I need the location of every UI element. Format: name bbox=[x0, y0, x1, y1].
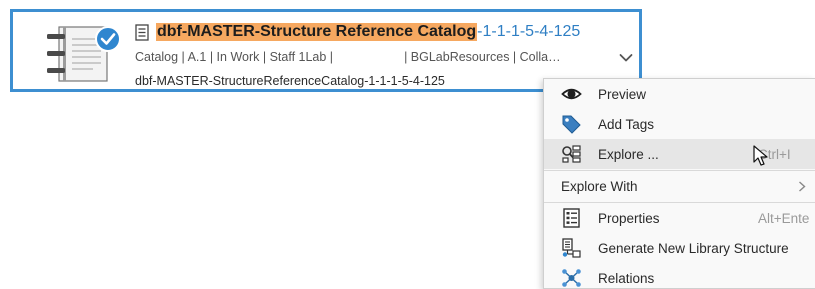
menu-item-generate-library-structure[interactable]: Generate New Library Structure bbox=[544, 233, 815, 263]
chevron-down-icon[interactable] bbox=[619, 53, 633, 63]
menu-item-explore[interactable]: Explore ... Ctrl+I bbox=[544, 139, 815, 169]
relations-icon bbox=[562, 269, 581, 287]
card-attributes: Catalog | A.1 | In Work | Staff 1Lab | | … bbox=[135, 50, 561, 64]
menu-item-explore-with[interactable]: Explore With bbox=[544, 171, 815, 201]
menu-item-add-tags[interactable]: Add Tags bbox=[544, 109, 815, 139]
attributes-right: | BGLabResources | Colla… bbox=[404, 50, 561, 64]
menu-item-preview[interactable]: Preview bbox=[544, 79, 815, 109]
menu-label: Add Tags bbox=[598, 116, 655, 132]
title-highlighted-text[interactable]: dbf-MASTER-Structure Reference Catalog bbox=[156, 23, 478, 41]
menu-item-properties[interactable]: Properties Alt+Ente bbox=[544, 203, 815, 233]
mouse-cursor-icon bbox=[753, 145, 768, 166]
menu-label: Properties bbox=[598, 210, 660, 226]
tag-icon bbox=[562, 115, 581, 134]
menu-shortcut: Alt+Ente bbox=[758, 210, 810, 226]
menu-label: Explore ... bbox=[598, 146, 659, 162]
properties-icon bbox=[563, 208, 580, 228]
library-structure-icon bbox=[562, 238, 581, 258]
menu-item-relations[interactable]: Relations bbox=[544, 263, 815, 288]
catalog-notebook-icon bbox=[47, 26, 121, 82]
card-title[interactable]: dbf-MASTER-Structure Reference Catalog -1… bbox=[135, 21, 580, 43]
explore-icon bbox=[562, 145, 581, 163]
attributes-left: Catalog | A.1 | In Work | Staff 1Lab | bbox=[135, 50, 334, 64]
chevron-right-icon bbox=[799, 181, 806, 192]
menu-label: Explore With bbox=[561, 178, 638, 194]
menu-label: Preview bbox=[598, 86, 647, 102]
menu-label: Relations bbox=[598, 270, 655, 286]
card-identifier: dbf-MASTER-StructureReferenceCatalog-1-1… bbox=[135, 74, 445, 88]
context-menu: Preview Add Tags Explore ... Ctrl+I Expl… bbox=[543, 78, 815, 289]
menu-label: Generate New Library Structure bbox=[598, 240, 789, 256]
document-icon bbox=[135, 23, 149, 41]
eye-icon bbox=[561, 88, 582, 100]
title-suffix-text[interactable]: -1-1-1-5-4-125 bbox=[477, 23, 580, 41]
